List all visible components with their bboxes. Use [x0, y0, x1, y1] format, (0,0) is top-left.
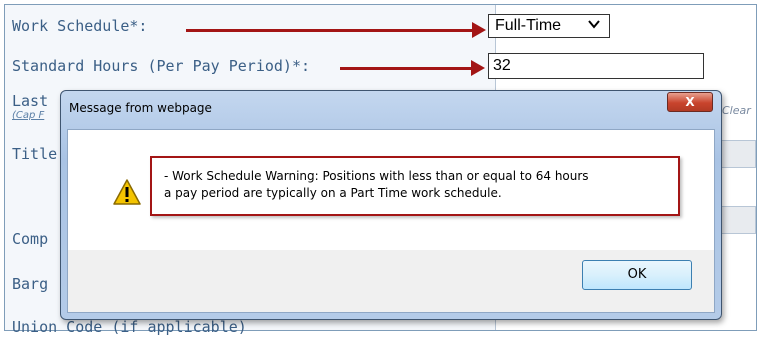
ok-button[interactable]: OK [582, 260, 692, 290]
warning-message-line-2: a pay period are typically on a Part Tim… [164, 186, 502, 200]
standard-hours-input[interactable]: 32 [488, 53, 704, 79]
warning-message-line-1: - Work Schedule Warning: Positions with … [164, 169, 589, 183]
dialog-body: - Work Schedule Warning: Positions with … [67, 129, 715, 313]
annotation-arrow-standard-hours [340, 60, 485, 76]
comp-field[interactable] [720, 206, 756, 234]
clear-link[interactable]: Clear [722, 104, 751, 117]
chevron-down-icon [587, 17, 601, 34]
warning-icon [112, 178, 142, 206]
work-schedule-select[interactable]: Full-Time [488, 14, 610, 38]
title-field[interactable] [720, 140, 756, 168]
comp-label: Comp [12, 230, 49, 248]
warning-message-box: - Work Schedule Warning: Positions with … [150, 156, 680, 216]
cap-link[interactable]: (Cap F [12, 110, 44, 121]
last-label: Last [12, 92, 49, 110]
annotation-arrow-work-schedule [186, 22, 486, 38]
union-code-label: Union Code (if applicable) [12, 318, 247, 336]
message-dialog: Message from webpage X - Work Schedule W… [60, 90, 722, 320]
standard-hours-label: Standard Hours (Per Pay Period)*: [12, 57, 311, 75]
title-label: Title [12, 145, 58, 163]
work-schedule-value: Full-Time [495, 17, 562, 34]
standard-hours-value: 32 [493, 57, 511, 74]
work-schedule-label: Work Schedule*: [12, 17, 148, 35]
dialog-close-button[interactable]: X [667, 92, 713, 112]
barg-label: Barg [12, 275, 49, 293]
dialog-message-area: - Work Schedule Warning: Positions with … [68, 130, 714, 250]
dialog-title: Message from webpage [69, 101, 212, 115]
warning-message: - Work Schedule Warning: Positions with … [164, 168, 589, 202]
